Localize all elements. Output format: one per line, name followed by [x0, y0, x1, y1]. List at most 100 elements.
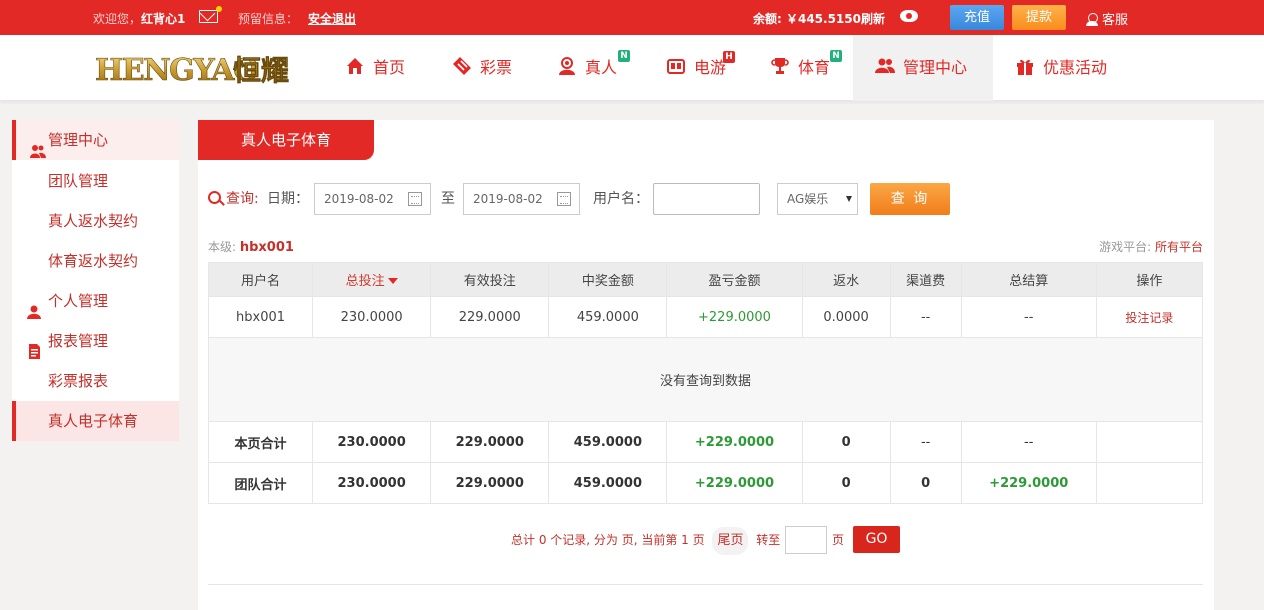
- nav-home[interactable]: 首页: [345, 35, 405, 101]
- nav-management-label: 管理中心: [903, 58, 968, 77]
- table-cell: 459.0000: [548, 296, 668, 338]
- withdraw-button[interactable]: 提款: [1012, 5, 1066, 30]
- nav-live[interactable]: 真人: [557, 35, 617, 101]
- to-label: 至: [441, 191, 455, 207]
- table-cell: --: [960, 296, 1097, 338]
- refresh-link[interactable]: 刷新: [861, 10, 885, 27]
- table-cell: hbx001: [207, 296, 314, 338]
- query-button[interactable]: 查 询: [870, 183, 950, 215]
- empty-row: 没有查询到数据: [208, 337, 1203, 422]
- nav-home-label: 首页: [373, 58, 406, 77]
- column-header: 有效投注: [430, 262, 550, 297]
- table-cell: +229.0000: [666, 296, 803, 338]
- table-cell: +229.0000: [960, 462, 1097, 504]
- column-header: 用户名: [207, 262, 314, 297]
- users-icon: [30, 133, 46, 158]
- gift-icon: [1015, 38, 1035, 75]
- sidebar-group-reports[interactable]: 报表管理: [12, 321, 179, 361]
- table-cell: 229.0000: [430, 462, 550, 504]
- table-cell: 230.0000: [312, 462, 432, 504]
- sidebar-group-personal[interactable]: 个人管理: [12, 281, 179, 321]
- username-input[interactable]: [653, 183, 760, 215]
- headset-icon: [1086, 13, 1098, 26]
- table-cell: 0: [801, 421, 891, 463]
- page-sum-row: 本页合计 230.0000 229.0000 459.0000 +229.000…: [207, 421, 1204, 463]
- customer-service-link[interactable]: 客服: [1086, 9, 1128, 28]
- nav-lottery[interactable]: 彩票: [452, 35, 512, 101]
- last-page-button[interactable]: 尾页: [712, 527, 749, 555]
- bet-record-link[interactable]: 投注记录: [1095, 296, 1204, 338]
- new-badge: N: [618, 50, 630, 62]
- table-cell: 459.0000: [548, 462, 668, 504]
- table-cell: [1095, 421, 1204, 463]
- recharge-button[interactable]: 充值: [950, 5, 1004, 30]
- service-label: 客服: [1102, 13, 1129, 28]
- logo-graphic: HENGYAO 恒耀: [95, 53, 290, 89]
- sidebar-item-label: 报表管理: [48, 332, 109, 350]
- nav-lottery-label: 彩票: [480, 58, 513, 77]
- nav-sports-label: 体育: [798, 58, 831, 77]
- sidebar-item-live-rebate[interactable]: 真人返水契约: [12, 201, 179, 241]
- platform-info: 游戏平台: 所有平台: [1099, 238, 1203, 255]
- sidebar-item-sports-rebate[interactable]: 体育返水契约: [12, 241, 179, 281]
- logo[interactable]: HENGYAO 恒耀: [95, 51, 301, 89]
- table-cell: 229.0000: [430, 296, 550, 338]
- platform-label: 游戏平台:: [1099, 240, 1155, 254]
- main-panel: 真人电子体育 查询: 日期： 2019-08-02 至 2019-08-02 用…: [198, 120, 1214, 610]
- live-dealer-icon: [557, 38, 577, 75]
- main-nav: HENGYAO 恒耀 首页 彩票 真人 N 电游 H 体育 N 管理中心 优惠活…: [0, 35, 1264, 101]
- sidebar-item-lottery-report[interactable]: 彩票报表: [12, 361, 179, 401]
- table-cell: 229.0000: [430, 421, 550, 463]
- sidebar-item-live-electronic-sports[interactable]: 真人电子体育: [12, 401, 179, 441]
- page-label: 页: [832, 533, 845, 547]
- calendar-icon: [408, 192, 422, 206]
- query-label-text: 查询:: [226, 191, 259, 207]
- column-header: 中奖金额: [548, 262, 668, 297]
- date-to-value: 2019-08-02: [473, 192, 543, 206]
- username: 红背心1: [141, 12, 186, 26]
- eye-icon[interactable]: [900, 10, 918, 22]
- nav-management[interactable]: 管理中心: [853, 35, 993, 101]
- sidebar-group-management[interactable]: 管理中心: [12, 120, 179, 160]
- calendar-icon: [557, 192, 571, 206]
- nav-promotions[interactable]: 优惠活动: [1015, 35, 1107, 101]
- pagination: 总计 0 个记录, 分为 页, 当前第 1 页 尾页 转至: [511, 526, 780, 555]
- column-header: 总结算: [960, 262, 1097, 297]
- platform-value: 所有平台: [1154, 240, 1203, 254]
- date-from-input[interactable]: 2019-08-02: [314, 183, 431, 215]
- date-from-value: 2019-08-02: [324, 192, 394, 206]
- date-to-input[interactable]: 2019-08-02: [463, 183, 580, 215]
- sidebar: 管理中心 团队管理 真人返水契约 体育返水契约 个人管理 报表管理 彩票报表 真…: [12, 120, 179, 441]
- table-cell: [1095, 462, 1204, 504]
- column-header-sorted[interactable]: 总投注: [312, 262, 432, 297]
- go-button[interactable]: GO: [853, 526, 900, 553]
- date-label: 日期：: [267, 191, 309, 207]
- column-header: 操作: [1095, 262, 1204, 297]
- table-cell: 0.0000: [801, 296, 891, 338]
- goto-page-input[interactable]: [785, 526, 827, 554]
- nav-arcade[interactable]: 电游: [666, 35, 726, 101]
- panel-title-tab[interactable]: 真人电子体育: [198, 120, 374, 160]
- table-cell: --: [889, 421, 962, 463]
- table-cell: 本页合计: [207, 421, 314, 463]
- table-cell: 团队合计: [207, 462, 314, 504]
- table-cell: --: [889, 296, 962, 338]
- lottery-ticket-icon: [452, 38, 472, 75]
- top-bar: 欢迎您，红背心1 预留信息： 安全退出 余额: ￥445.5150 刷新 充值 …: [0, 0, 1264, 35]
- username-label: 用户名：: [593, 191, 649, 207]
- arcade-game-icon: [666, 38, 686, 74]
- table-cell: 230.0000: [312, 296, 432, 338]
- mail-icon[interactable]: [199, 6, 222, 23]
- level-value: hbx001: [239, 240, 294, 255]
- level-info: 本级: hbx001: [208, 238, 294, 255]
- platform-select[interactable]: AG娱乐: [777, 183, 858, 215]
- sidebar-item-team[interactable]: 团队管理: [12, 161, 179, 201]
- table-cell: 0: [889, 462, 962, 504]
- column-header: 返水: [801, 262, 891, 297]
- user-icon: [26, 294, 42, 319]
- nav-sports[interactable]: 体育: [770, 35, 830, 101]
- sidebar-item-label: 个人管理: [48, 292, 109, 310]
- table-cell: +229.0000: [666, 421, 803, 463]
- welcome-text: 欢迎您，红背心1: [93, 10, 185, 27]
- logout-link[interactable]: 安全退出: [308, 10, 356, 27]
